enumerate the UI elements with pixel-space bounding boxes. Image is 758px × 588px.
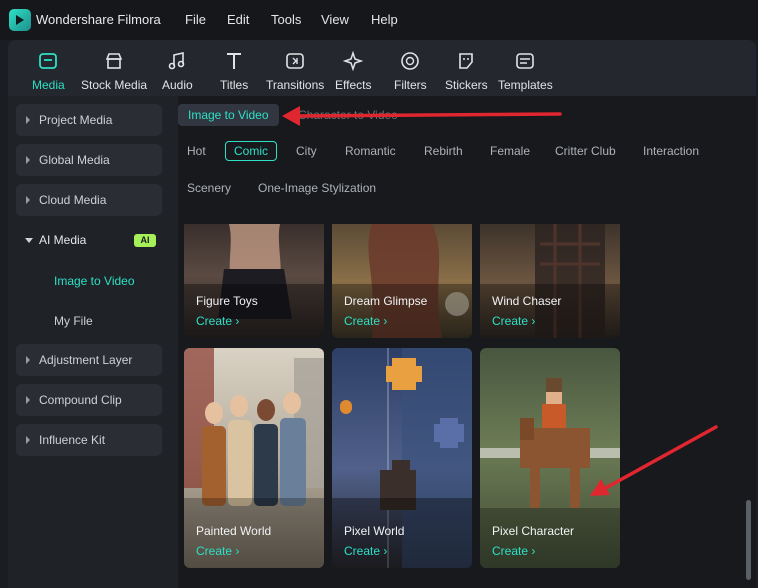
title-bar: Wondershare Filmora File Edit Tools View… <box>0 0 758 40</box>
card-create-link[interactable]: Create › <box>196 314 239 328</box>
effects-icon <box>342 50 364 72</box>
chevron-down-icon <box>25 238 33 243</box>
chevron-right-icon <box>26 196 30 204</box>
menu-view[interactable]: View <box>321 12 349 27</box>
template-card-pixel-character[interactable]: Pixel Character Create › <box>480 348 620 568</box>
tab-character-to-video[interactable]: Character to Video <box>288 104 408 126</box>
template-card-wind-chaser[interactable]: Wind Chaser Create › <box>480 224 620 338</box>
sidebar-item-compound-clip[interactable]: Compound Clip <box>16 384 162 416</box>
menu-file[interactable]: File <box>185 12 206 27</box>
tool-audio-label: Audio <box>162 78 193 92</box>
templates-icon <box>514 50 536 72</box>
card-create-link[interactable]: Create › <box>344 544 387 558</box>
card-title: Figure Toys <box>196 294 258 308</box>
tool-titles-label: Titles <box>220 78 249 92</box>
workspace: Project Media Global Media Cloud Media A… <box>8 96 756 588</box>
category-critter-club[interactable]: Critter Club <box>555 141 616 161</box>
category-one-image-stylization[interactable]: One-Image Stylization <box>258 178 376 198</box>
sidebar-subitem-my-file[interactable]: My File <box>54 314 93 328</box>
chevron-right-icon <box>26 396 30 404</box>
tool-effects-label: Effects <box>335 78 372 92</box>
scrollbar-thumb[interactable] <box>746 500 751 580</box>
app-title: Wondershare Filmora <box>36 12 161 27</box>
category-scenery[interactable]: Scenery <box>187 178 231 198</box>
sidebar-item-label: Influence Kit <box>39 433 106 447</box>
card-create-link[interactable]: Create › <box>344 314 387 328</box>
category-city[interactable]: City <box>296 141 317 161</box>
chevron-right-icon <box>26 156 30 164</box>
menu-edit[interactable]: Edit <box>227 12 249 27</box>
sidebar-item-adjustment-layer[interactable]: Adjustment Layer <box>16 344 162 376</box>
sidebar-subitem-image-to-video[interactable]: Image to Video <box>54 274 135 288</box>
ai-badge: AI <box>134 234 156 247</box>
music-note-icon <box>166 50 188 72</box>
template-card-painted-world[interactable]: Painted World Create › <box>184 348 324 568</box>
card-create-link[interactable]: Create › <box>492 544 535 558</box>
tool-titles[interactable]: Titles <box>220 50 248 92</box>
sidebar-item-label: Compound Clip <box>39 393 122 407</box>
tab-image-to-video[interactable]: Image to Video <box>178 104 279 126</box>
card-create-link[interactable]: Create › <box>196 544 239 558</box>
sidebar-item-influence-kit[interactable]: Influence Kit <box>16 424 162 456</box>
tool-filters-label: Filters <box>394 78 427 92</box>
media-icon <box>37 50 59 72</box>
stock-media-icon <box>103 50 125 72</box>
category-hot[interactable]: Hot <box>187 141 206 161</box>
sidebar-item-project-media[interactable]: Project Media <box>16 104 162 136</box>
ai-media-content: Image to Video Character to Video Hot Co… <box>178 96 756 588</box>
sidebar-item-ai-media[interactable]: AI Media AI <box>16 224 162 256</box>
category-interaction[interactable]: Interaction <box>643 141 699 161</box>
card-title: Wind Chaser <box>492 294 562 308</box>
sidebar-item-label: AI Media <box>39 233 87 247</box>
card-title: Pixel Character <box>492 524 575 538</box>
sidebar-item-label: Cloud Media <box>39 193 107 207</box>
tool-media[interactable]: Media <box>32 50 65 92</box>
card-title: Painted World <box>196 524 272 538</box>
sidebar-item-global-media[interactable]: Global Media <box>16 144 162 176</box>
category-female[interactable]: Female <box>490 141 530 161</box>
titles-icon <box>223 50 245 72</box>
category-romantic[interactable]: Romantic <box>345 141 396 161</box>
tool-stock-media[interactable]: Stock Media <box>81 50 147 92</box>
sidebar-item-cloud-media[interactable]: Cloud Media <box>16 184 162 216</box>
toolbar: Media Stock Media Audio Titles Transitio… <box>8 40 756 96</box>
chevron-right-icon <box>26 116 30 124</box>
tool-stickers[interactable]: Stickers <box>445 50 488 92</box>
template-card-figure-toys[interactable]: Figure Toys Create › <box>184 224 324 338</box>
transitions-icon <box>284 50 306 72</box>
template-card-pixel-world[interactable]: Pixel World Create › <box>332 348 472 568</box>
menu-help[interactable]: Help <box>371 12 398 27</box>
tool-media-label: Media <box>32 78 65 92</box>
category-comic[interactable]: Comic <box>225 141 278 161</box>
sidebar-item-label: Project Media <box>39 113 113 127</box>
media-sidebar: Project Media Global Media Cloud Media A… <box>8 96 178 588</box>
chevron-right-icon <box>26 436 30 444</box>
tool-stock-media-label: Stock Media <box>81 78 148 92</box>
filters-icon <box>399 50 421 72</box>
category-rebirth[interactable]: Rebirth <box>424 141 463 161</box>
menu-tools[interactable]: Tools <box>271 12 301 27</box>
template-card-dream-glimpse[interactable]: Dream Glimpse Create › <box>332 224 472 338</box>
card-title: Dream Glimpse <box>344 294 428 308</box>
tool-transitions[interactable]: Transitions <box>266 50 324 92</box>
tool-templates[interactable]: Templates <box>498 50 553 92</box>
tool-stickers-label: Stickers <box>445 78 488 92</box>
chevron-right-icon <box>26 356 30 364</box>
filmora-logo-icon <box>9 9 31 31</box>
stickers-icon <box>455 50 477 72</box>
card-create-link[interactable]: Create › <box>492 314 535 328</box>
card-title: Pixel World <box>344 524 405 538</box>
sidebar-item-label: Adjustment Layer <box>39 353 133 367</box>
tool-filters[interactable]: Filters <box>394 50 427 92</box>
tool-effects[interactable]: Effects <box>335 50 371 92</box>
tool-audio[interactable]: Audio <box>162 50 193 92</box>
sidebar-item-label: Global Media <box>39 153 110 167</box>
tool-transitions-label: Transitions <box>266 78 325 92</box>
tool-templates-label: Templates <box>498 78 553 92</box>
